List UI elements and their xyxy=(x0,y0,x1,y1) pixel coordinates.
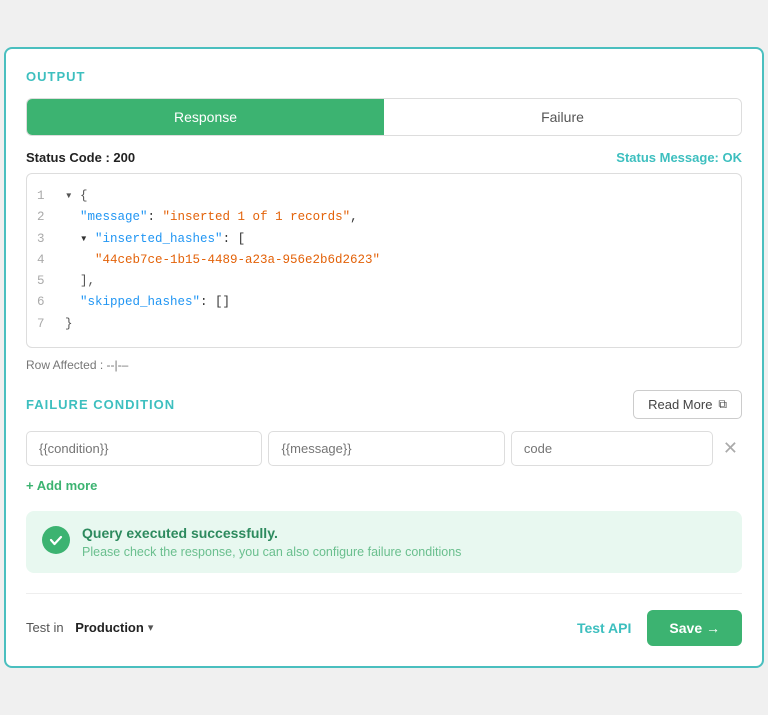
code-input[interactable] xyxy=(511,431,713,466)
status-code-value: 200 xyxy=(113,150,135,165)
status-message: Status Message: OK xyxy=(616,150,742,165)
test-api-button[interactable]: Test API xyxy=(577,620,631,636)
test-in-section: Test in Production ▾ xyxy=(26,620,153,635)
row-affected-value: --|-– xyxy=(107,358,129,372)
failure-inputs-row: ✕ xyxy=(26,431,742,466)
tab-failure[interactable]: Failure xyxy=(384,99,741,135)
code-line-4: 4 "44ceb7ce-1b15-4489-a23a-956e2b6d2623" xyxy=(37,250,731,271)
success-title: Query executed successfully. xyxy=(82,525,461,541)
failure-condition-header: FAILURE CONDITION Read More ⧉ xyxy=(26,390,742,419)
add-more-button[interactable]: + Add more xyxy=(26,478,742,493)
check-icon xyxy=(48,532,64,548)
code-line-2: 2 "message": "inserted 1 of 1 records", xyxy=(37,207,731,228)
message-input[interactable] xyxy=(268,431,504,466)
save-button[interactable]: Save → xyxy=(647,610,742,646)
environment-label: Production xyxy=(75,620,144,635)
output-label: OUTPUT xyxy=(26,69,742,84)
main-container: OUTPUT Response Failure Status Code : 20… xyxy=(4,47,764,668)
code-line-3: 3 ▾ "inserted_hashes": [ xyxy=(37,229,731,250)
success-banner: Query executed successfully. Please chec… xyxy=(26,511,742,573)
success-icon-wrap xyxy=(42,526,70,554)
status-row: Status Code : 200 Status Message: OK xyxy=(26,150,742,165)
status-code-label: Status Code : xyxy=(26,150,110,165)
failure-condition-label: FAILURE CONDITION xyxy=(26,397,175,412)
status-code: Status Code : 200 xyxy=(26,150,135,165)
success-text: Query executed successfully. Please chec… xyxy=(82,525,461,559)
code-line-7: 7 } xyxy=(37,314,731,335)
status-message-value: OK xyxy=(723,150,743,165)
condition-input[interactable] xyxy=(26,431,262,466)
row-affected-label: Row Affected : xyxy=(26,358,103,372)
read-more-button[interactable]: Read More ⧉ xyxy=(633,390,742,419)
code-line-6: 6 "skipped_hashes": [] xyxy=(37,292,731,313)
tab-response[interactable]: Response xyxy=(27,99,384,135)
test-in-label: Test in xyxy=(26,620,64,635)
environment-dropdown-arrow[interactable]: ▾ xyxy=(148,621,154,634)
code-line-1: 1 ▾ { xyxy=(37,186,731,207)
tabs-row: Response Failure xyxy=(26,98,742,136)
external-link-icon: ⧉ xyxy=(718,397,727,412)
footer: Test in Production ▾ Test API Save → xyxy=(26,593,742,646)
read-more-label: Read More xyxy=(648,397,712,412)
status-message-label: Status Message: xyxy=(616,150,719,165)
footer-right: Test API Save → xyxy=(577,610,742,646)
code-block: 1 ▾ { 2 "message": "inserted 1 of 1 reco… xyxy=(26,173,742,348)
success-subtitle: Please check the response, you can also … xyxy=(82,545,461,559)
code-line-5: 5 ], xyxy=(37,271,731,292)
row-affected: Row Affected : --|-– xyxy=(26,358,742,372)
remove-row-button[interactable]: ✕ xyxy=(719,438,742,459)
